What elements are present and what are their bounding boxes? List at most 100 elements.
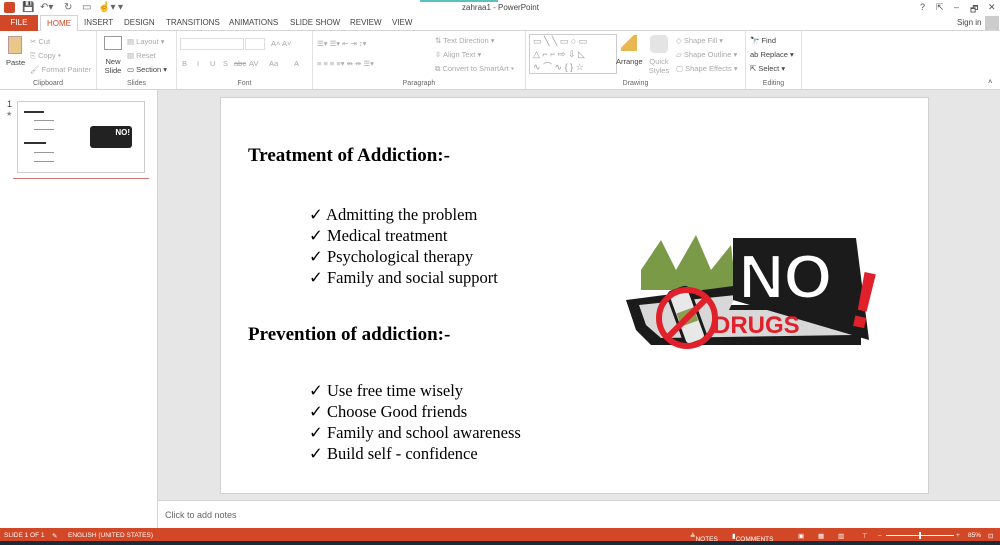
- font-size-increase-icon[interactable]: A˄ A˅: [271, 39, 291, 48]
- tab-view[interactable]: VIEW: [392, 18, 412, 27]
- slide-sorter-icon[interactable]: ▦: [818, 532, 824, 540]
- tab-design[interactable]: DESIGN: [124, 18, 155, 27]
- shape-fill-button[interactable]: ◇ Shape Fill ▾: [676, 36, 723, 45]
- no-drugs-logo-image[interactable]: NO ! DRUGS: [621, 230, 881, 368]
- replace-button[interactable]: ab Replace ▾: [750, 50, 794, 59]
- save-icon[interactable]: 💾: [22, 2, 34, 13]
- powerpoint-logo-icon: [4, 2, 15, 13]
- notes-button[interactable]: ≜ NOTES: [690, 532, 718, 543]
- text-direction-label: Text Direction: [443, 36, 489, 45]
- presentation-icon[interactable]: ▭: [82, 2, 91, 13]
- tab-animations[interactable]: ANIMATIONS: [229, 18, 278, 27]
- zoom-slider[interactable]: [886, 532, 954, 539]
- sign-in-link[interactable]: Sign in: [957, 18, 981, 27]
- shape-effects-button[interactable]: ▢ Shape Effects ▾: [676, 64, 738, 73]
- copy-button[interactable]: ⎘ Copy ▾: [30, 51, 61, 61]
- arrange-button[interactable]: Arrange: [616, 57, 643, 66]
- tab-insert[interactable]: INSERT: [84, 18, 113, 27]
- new-slide-button[interactable]: New Slide: [101, 57, 125, 75]
- zoom-in-button[interactable]: +: [956, 532, 960, 539]
- bold-button[interactable]: B: [182, 59, 187, 68]
- title-bar: 💾 ↶▾ ↻ ▭ ☝▾ ▾ zahraa1 - PowerPoint ? ⇱ –…: [0, 0, 1000, 15]
- text-direction-button[interactable]: ⇅ Text Direction ▾: [435, 36, 495, 45]
- section-button[interactable]: ▭ Section ▾: [127, 65, 167, 74]
- treatment-list[interactable]: ✓ Admitting the problem ✓ Medical treatm…: [309, 204, 498, 288]
- minimize-button[interactable]: –: [954, 2, 959, 12]
- help-button[interactable]: ?: [920, 2, 925, 12]
- prevention-list[interactable]: ✓ Use free time wisely ✓ Choose Good fri…: [309, 380, 521, 464]
- reset-button[interactable]: ▤ Reset: [127, 51, 156, 60]
- normal-view-icon[interactable]: ▣: [798, 532, 804, 540]
- tab-file[interactable]: FILE: [0, 15, 38, 31]
- customize-qat-icon[interactable]: ▾: [118, 2, 123, 13]
- slide-thumbnail-1[interactable]: NO!: [17, 101, 145, 173]
- svg-text:DRUGS: DRUGS: [713, 312, 800, 339]
- shadow-button[interactable]: S: [223, 59, 228, 68]
- underline-button[interactable]: U: [210, 59, 215, 68]
- language-indicator[interactable]: ENGLISH (UNITED STATES): [68, 532, 153, 539]
- font-size-select[interactable]: [245, 38, 265, 50]
- list-item-text: Choose Good friends: [326, 402, 468, 421]
- tab-slide-show[interactable]: SLIDE SHOW: [290, 18, 340, 27]
- reading-view-icon[interactable]: ▥: [838, 532, 844, 540]
- zoom-level[interactable]: 85%: [968, 532, 981, 539]
- layout-button[interactable]: ▤ Layout ▾: [127, 37, 165, 46]
- alignment-buttons-icon[interactable]: ≡ ≡ ≡ ≡▾ ⇹ ⇹ ☰▾: [317, 59, 374, 68]
- spelling-icon[interactable]: ✎: [52, 532, 57, 540]
- smartart-label: Convert to SmartArt: [442, 64, 509, 73]
- shape-effects-label: Shape Effects: [685, 64, 732, 73]
- reset-label: Reset: [136, 51, 156, 60]
- comments-button[interactable]: ▮ COMMENTS: [732, 532, 774, 543]
- ribbon-display-button[interactable]: ⇱: [936, 2, 944, 13]
- slide-canvas[interactable]: Treatment of Addiction:- ✓ Admitting the…: [220, 97, 929, 494]
- tab-home[interactable]: HOME: [40, 15, 78, 32]
- close-button[interactable]: ✕: [988, 2, 996, 13]
- font-group: A˄ A˅ B I U S abc AV Aa A Font: [177, 31, 313, 89]
- change-case-button[interactable]: Aa: [269, 59, 278, 68]
- italic-button[interactable]: I: [197, 59, 199, 68]
- tab-transitions[interactable]: TRANSITIONS: [166, 18, 220, 27]
- font-color-button[interactable]: A: [294, 59, 299, 68]
- list-buttons-icon[interactable]: ☰▾ ☰▾ ⇤ ⇥ ↕▾: [317, 39, 366, 48]
- title-accent: [420, 0, 498, 2]
- collapse-ribbon-icon[interactable]: ˄: [988, 77, 992, 86]
- list-item-text: Admitting the problem: [326, 205, 478, 224]
- strikethrough-button[interactable]: abc: [234, 59, 246, 68]
- star-icon: ★: [6, 111, 13, 118]
- insertion-line: [13, 178, 149, 179]
- redo-icon[interactable]: ↻: [64, 2, 72, 13]
- list-item-text: Use free time wisely: [326, 381, 464, 400]
- notes-pane[interactable]: Click to add notes: [158, 500, 1000, 528]
- fit-to-window-icon[interactable]: ⊡: [988, 532, 993, 540]
- list-item: ✓ Admitting the problem: [309, 205, 478, 224]
- drawing-label: Drawing: [622, 80, 649, 87]
- align-text-button[interactable]: ⇳ Align Text ▾: [435, 50, 481, 59]
- cut-button[interactable]: ✂ Cut: [30, 37, 50, 46]
- paste-button[interactable]: Paste: [6, 58, 25, 67]
- slides-label: Slides: [126, 80, 147, 87]
- prevention-heading[interactable]: Prevention of addiction:-: [248, 324, 450, 346]
- slides-group: New Slide ▤ Layout ▾ ▤ Reset ▭ Section ▾…: [97, 31, 177, 89]
- convert-smartart-button[interactable]: ⧉ Convert to SmartArt ▾: [435, 64, 514, 74]
- zoom-slider-thumb[interactable]: [919, 532, 921, 539]
- notes-placeholder[interactable]: Click to add notes: [165, 510, 237, 520]
- font-family-select[interactable]: [180, 38, 244, 50]
- shape-outline-button[interactable]: ▱ Shape Outline ▾: [676, 50, 737, 59]
- select-button[interactable]: ⇱ Select ▾: [750, 64, 785, 73]
- shape-outline-label: Shape Outline: [683, 50, 732, 59]
- touch-mode-icon[interactable]: ☝▾: [98, 2, 115, 13]
- find-label: Find: [761, 36, 777, 45]
- user-avatar-icon[interactable]: [985, 16, 999, 30]
- shapes-gallery[interactable]: ▭ ╲ ╲ ▭ ○ ▭ △ ⌐ ⌐ ⇨ ⇩ ◺ ∿ ⌒ ∿ { } ☆: [529, 34, 617, 74]
- tab-review[interactable]: REVIEW: [350, 18, 382, 27]
- document-title: zahraa1 - PowerPoint: [462, 3, 539, 12]
- paragraph-label: Paragraph: [402, 80, 436, 87]
- find-button[interactable]: 🔭 Find: [750, 36, 776, 45]
- treatment-heading[interactable]: Treatment of Addiction:-: [248, 145, 450, 167]
- character-spacing-button[interactable]: AV: [249, 59, 258, 68]
- slideshow-icon[interactable]: ⊤: [862, 532, 868, 540]
- quick-styles-button[interactable]: Quick Styles: [644, 57, 674, 75]
- undo-icon[interactable]: ↶▾: [40, 2, 53, 13]
- format-painter-button[interactable]: 🖌 Format Painter: [30, 65, 91, 74]
- zoom-out-button[interactable]: –: [878, 532, 882, 539]
